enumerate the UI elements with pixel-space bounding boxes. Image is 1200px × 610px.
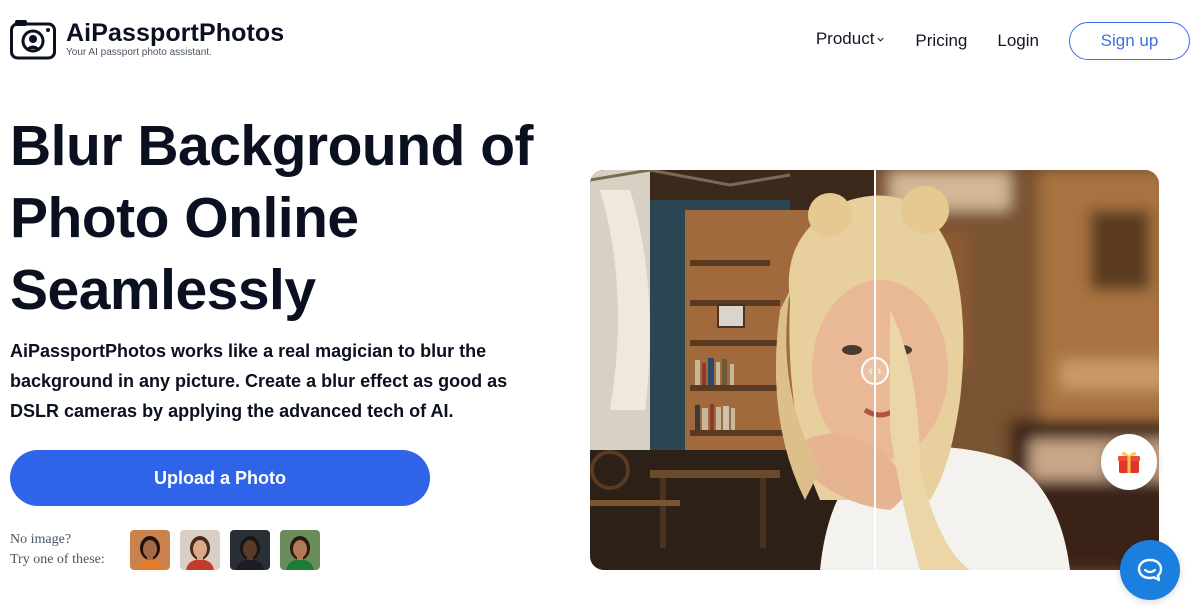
- brand-tagline: Your AI passport photo assistant.: [66, 47, 212, 58]
- upload-photo-button[interactable]: Upload a Photo: [10, 450, 430, 506]
- title-line-2: Photo Online: [10, 186, 359, 250]
- page: AiPassportPhotos Your AI passport photo …: [0, 0, 1200, 610]
- sample-prompt-line-2: Try one of these:: [10, 552, 105, 567]
- sample-photo-2[interactable]: [180, 530, 220, 570]
- brand-name: AiPassportPhotos: [66, 19, 285, 47]
- sample-photo-4[interactable]: [280, 530, 320, 570]
- gift-button[interactable]: [1101, 434, 1157, 490]
- title-line-3: Seamlessly: [10, 258, 316, 322]
- gift-icon: [1118, 452, 1140, 473]
- handle-left-arrow-icon: ‹: [868, 364, 873, 378]
- sample-photo-1[interactable]: [130, 530, 170, 570]
- sample-photos: [130, 530, 320, 570]
- page-title: Blur Background of Photo Online Seamless…: [10, 110, 570, 326]
- top-nav: Product Pricing Login Sign up: [816, 22, 1190, 60]
- hero-description: AiPassportPhotos works like a real magic…: [10, 341, 508, 421]
- handle-right-arrow-icon: ›: [877, 364, 882, 378]
- sample-portrait-image: [180, 530, 220, 570]
- signup-button[interactable]: Sign up: [1069, 22, 1190, 60]
- sample-photo-3[interactable]: [230, 530, 270, 570]
- sample-prompt-line-1: No image?: [10, 532, 72, 547]
- sample-portrait-image: [280, 530, 320, 570]
- sample-portrait-image: [230, 530, 270, 570]
- nav-pricing[interactable]: Pricing: [915, 31, 967, 51]
- camera-logo-icon: [10, 20, 56, 60]
- logo[interactable]: AiPassportPhotos Your AI passport photo …: [10, 18, 284, 60]
- nav-login[interactable]: Login: [997, 31, 1039, 51]
- comparison-slider-handle[interactable]: ‹ ›: [861, 357, 889, 385]
- nav-product[interactable]: Product: [816, 29, 886, 49]
- nav-product-label: Product: [815, 29, 875, 48]
- chevron-down-icon: [877, 37, 885, 42]
- sample-prompt: No image? Try one of these:: [10, 530, 105, 570]
- sample-portrait-image: [130, 530, 170, 570]
- chat-support-button[interactable]: [1120, 540, 1180, 600]
- title-line-1: Blur Background of: [10, 114, 534, 178]
- chat-bubble-icon: [1137, 558, 1163, 582]
